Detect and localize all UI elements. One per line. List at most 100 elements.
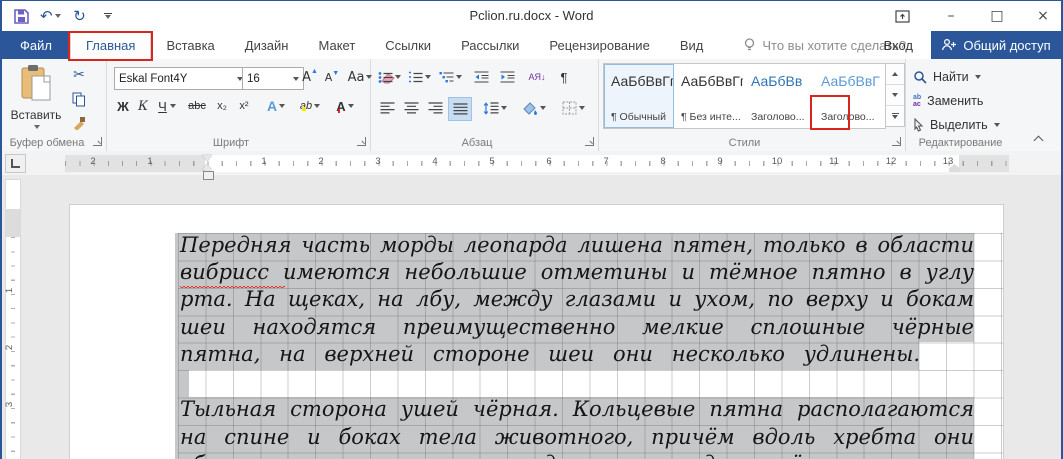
first-line-indent-marker[interactable] [202,155,212,161]
font-group: Eskal Font4Y 16 А▲ А▼ Aa Ж К Ч abc [106,59,371,151]
tab-4[interactable]: Макет [303,31,370,59]
tab-label: Файл [20,38,52,53]
shrink-font-icon: А [325,71,333,84]
shading-button[interactable] [518,97,550,119]
align-right-icon [428,102,443,115]
format-painter-button[interactable] [68,113,90,133]
subscript-button[interactable]: x₂ [212,95,232,117]
font-size-combobox[interactable]: 16 [242,67,304,90]
copy-button[interactable] [68,89,90,109]
italic-button[interactable]: К [134,95,152,117]
select-label: Выделить [930,118,988,132]
document-text-line[interactable]: Тыльная сторона ушей чёрная. Кольцевые п… [180,395,974,422]
grow-font-button[interactable]: А▲ [300,66,320,88]
tab-7[interactable]: Рецензирование [534,31,664,59]
styles-dialog-launcher[interactable] [892,137,901,146]
bullets-button[interactable] [376,66,402,88]
tab-stop-selector[interactable] [5,154,26,173]
show-marks-button[interactable]: ¶ [554,66,574,88]
tab-6[interactable]: Рассылки [446,31,534,59]
multilevel-list-button[interactable] [436,66,464,88]
share-button[interactable]: Общий доступ [931,31,1061,59]
replace-button[interactable]: abac Заменить [913,91,983,111]
hanging-indent-marker[interactable] [202,164,212,170]
paragraph-dialog-launcher[interactable] [585,137,594,146]
font-dialog-launcher[interactable] [357,137,366,146]
paste-button[interactable]: Вставить [10,64,62,140]
numbering-button[interactable] [406,66,432,88]
line-spacing-button[interactable] [480,97,510,119]
tell-me-search[interactable]: Что вы хотите сделать? [744,31,906,59]
text-effects-icon: А [267,98,277,114]
align-left-button[interactable] [376,97,398,119]
styles-gallery: АаБбВвГг,¶ ОбычныйАаБбВвГг,¶ Без инте...… [603,63,886,129]
underline-button[interactable]: Ч [154,95,180,117]
align-right-button[interactable] [424,97,446,119]
sign-in-link[interactable]: Вход [884,31,913,59]
clipboard-dialog-launcher[interactable] [93,137,102,146]
tab-2[interactable]: Вставка [151,31,229,59]
bold-icon: Ж [117,99,129,114]
document-text-line[interactable]: вибрисс имеются небольшие отметины и тём… [180,258,974,285]
document-text-line[interactable]: пятна, на верхней стороне шеи они нескол… [180,340,920,367]
style-card-1[interactable]: АаБбВвГг,¶ Без инте... [674,64,744,128]
superscript-button[interactable]: x² [234,95,254,117]
sort-button[interactable]: АЯ↓ [524,66,550,88]
minimize-button[interactable]: – [941,8,961,24]
text-effects-button[interactable]: А [262,95,290,117]
ruler-number: 7 [603,156,608,167]
scissors-icon: ✂ [73,67,85,83]
tab-5[interactable]: Ссылки [370,31,446,59]
vertical-ruler-number: 3 [4,402,15,407]
ribbon: Вставить ✂ Буфер обмена Eskal Font4Y 16 [2,59,1061,152]
increase-indent-icon [500,71,515,84]
font-name-combobox[interactable]: Eskal Font4Y [114,67,248,90]
document-page[interactable]: Передняя часть морды леопарда лишена пят… [69,204,1004,459]
document-text-line[interactable]: Передняя часть морды леопарда лишена пят… [180,231,974,258]
increase-indent-button[interactable] [496,66,518,88]
styles-gallery-more-button[interactable] [886,106,904,126]
borders-icon [562,101,577,115]
styles-gallery-scroll [885,63,905,127]
highlight-color-button[interactable]: ab [294,95,326,117]
justify-button[interactable] [448,97,472,121]
decrease-indent-button[interactable] [470,66,492,88]
find-button[interactable]: Найти [913,67,981,87]
highlight-icon: ab [300,100,312,112]
ribbon-display-options-button[interactable] [895,10,915,23]
bold-button[interactable]: Ж [114,95,132,117]
cut-button[interactable]: ✂ [68,65,90,85]
tab-0[interactable]: Файл [2,31,70,59]
style-preview: АаБбВвГг, [681,73,739,89]
document-text-line[interactable]: рта. На щеках, на лбу, между глазами и у… [180,285,974,312]
tab-8[interactable]: Вид [665,31,719,59]
collapse-ribbon-button[interactable] [1034,134,1043,143]
italic-icon: К [138,99,148,114]
style-card-3[interactable]: АаБбВвГЗаголово... [814,64,884,128]
close-button[interactable]: × [1033,8,1053,24]
document-text-line[interactable]: на спине и боках тела животного, причём … [180,423,974,450]
select-button[interactable]: Выделить [913,115,1000,135]
tab-3[interactable]: Дизайн [230,31,304,59]
style-card-0[interactable]: АаБбВвГг,¶ Обычный [604,64,674,128]
editing-group-title: Редактирование [905,137,1016,149]
tab-label: Ссылки [385,38,431,53]
strikethrough-button[interactable]: abc [184,95,210,117]
shrink-font-button[interactable]: А▼ [322,66,342,88]
line-text: шеи находятся преимущественно мелкие спл… [180,313,974,341]
styles-scroll-up-button[interactable] [886,64,904,85]
left-indent-marker[interactable] [203,171,214,180]
align-center-button[interactable] [400,97,422,119]
style-card-2[interactable]: АаБбВвЗаголово... [744,64,814,128]
document-text-line[interactable]: шеи находятся преимущественно мелкие спл… [180,313,974,340]
maximize-button[interactable]: □ [987,8,1007,24]
document-text-line[interactable]: образуют правильные продольные ряды тёмн… [180,450,974,459]
ruler-number: 13 [943,156,954,167]
borders-button[interactable] [556,97,590,119]
replace-label: Заменить [927,94,983,108]
decrease-indent-icon [474,71,489,84]
tab-1[interactable]: Главная [70,31,151,59]
styles-scroll-down-button[interactable] [886,85,904,106]
font-color-button[interactable]: А [330,95,360,117]
document-canvas: 1234 Передняя часть морды леопарда лишен… [2,175,1061,459]
